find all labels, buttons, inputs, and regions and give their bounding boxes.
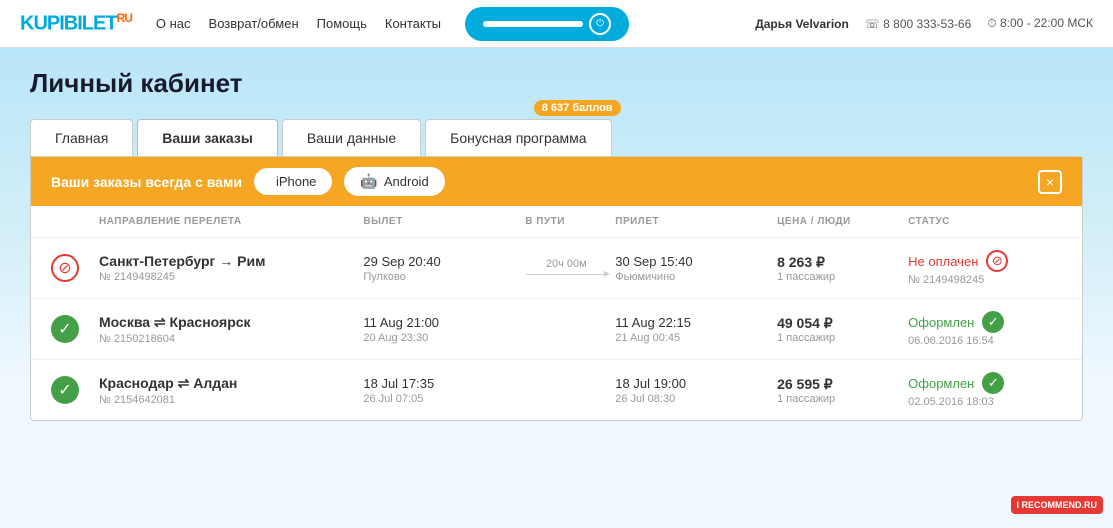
nav: О нас Возврат/обмен Помощь Контакты — [156, 16, 441, 31]
route-cell: Краснодар ⇌ Алдан № 2154642081 — [99, 375, 355, 406]
iphone-button[interactable]: iPhone — [254, 168, 332, 195]
nav-contacts[interactable]: Контакты — [385, 16, 441, 31]
route-cell: Санкт-Петербург → Рим № 2149498245 — [99, 253, 355, 283]
banner-text: Ваши заказы всегда с вами — [51, 174, 242, 190]
nav-help[interactable]: Помощь — [317, 16, 367, 31]
confirmed-icon: ✓ — [51, 315, 79, 343]
table-headers: НАПРАВЛЕНИЕ ПЕРЕЛЕТА ВЫЛЕТ В ПУТИ ПРИЛЕТ… — [31, 206, 1082, 238]
tab-orders[interactable]: Ваши заказы — [137, 119, 278, 156]
route-name: Санкт-Петербург → Рим — [99, 253, 355, 269]
app-banner: Ваши заказы всегда с вами iPhone 🤖 Andro… — [31, 157, 1082, 206]
depart-cell: 29 Sep 20:40 Пулково — [363, 254, 517, 283]
status-confirmed-icon: ✓ — [982, 372, 1004, 394]
status-confirmed-icon: ✓ — [982, 311, 1004, 333]
power-icon[interactable]: ⏻ — [589, 13, 611, 35]
travel-cell: 20ч 00м — [525, 258, 607, 279]
depart-cell: 18 Jul 17:35 26 Jul 07:05 — [363, 376, 517, 405]
status-icon-cell: ✓ — [51, 315, 91, 343]
tab-home[interactable]: Главная — [30, 119, 133, 156]
nav-about[interactable]: О нас — [156, 16, 191, 31]
status-cell: Оформлен ✓ 02.05.2016 18:03 — [908, 372, 1062, 408]
price-cell: 49 054 ₽ 1 пассажир — [777, 315, 900, 344]
page-background: Личный кабинет Главная Ваши заказы Ваши … — [0, 48, 1113, 528]
nav-return[interactable]: Возврат/обмен — [209, 16, 299, 31]
header-right: Дарья Velvarion ☏ 8 800 333-53-66 ⏱ 8:00… — [755, 16, 1093, 31]
col-price: ЦЕНА / ЛЮДИ — [777, 216, 900, 227]
tab-bonus[interactable]: 8 637 баллов Бонусная программа — [425, 119, 611, 156]
order-number: № 2154642081 — [99, 394, 355, 406]
order-number: № 2150218604 — [99, 333, 355, 345]
confirmed-icon: ✓ — [51, 376, 79, 404]
status-cell: Оформлен ✓ 06.06.2016 16:54 — [908, 311, 1062, 347]
col-route: НАПРАВЛЕНИЕ ПЕРЕЛЕТА — [99, 216, 355, 227]
android-icon: 🤖 — [360, 173, 377, 190]
table-row[interactable]: ✓ Москва ⇌ Красноярск № 2150218604 11 Au… — [31, 299, 1082, 360]
table-row[interactable]: ⊘ Санкт-Петербург → Рим № 2149498245 29 … — [31, 238, 1082, 299]
depart-cell: 11 Aug 21:00 20 Aug 23:30 — [363, 315, 517, 344]
tab-data[interactable]: Ваши данные — [282, 119, 421, 156]
android-button[interactable]: 🤖 Android — [344, 167, 444, 196]
recommend-badge: I RECOMMEND.RU — [1011, 496, 1104, 514]
banner-close-button[interactable]: × — [1038, 170, 1062, 194]
route-name: Краснодар ⇌ Алдан — [99, 375, 355, 392]
status-cancelled-icon: ⊘ — [986, 250, 1008, 272]
status-icon-cell: ✓ — [51, 376, 91, 404]
price-cell: 8 263 ₽ 1 пассажир — [777, 254, 900, 283]
time-info: ⏱ 8:00 - 22:00 МСК — [987, 16, 1093, 31]
arrive-cell: 11 Aug 22:15 21 Aug 00:45 — [615, 315, 769, 344]
arrive-cell: 18 Jul 19:00 26 Jul 08:30 — [615, 376, 769, 405]
logo[interactable]: KUPIBILETRU — [20, 11, 132, 36]
order-number: № 2149498245 — [99, 271, 355, 283]
arrive-cell: 30 Sep 15:40 Фьюмичино — [615, 254, 769, 283]
logo-sup: RU — [117, 11, 132, 25]
tabs: Главная Ваши заказы Ваши данные 8 637 ба… — [30, 119, 1083, 156]
col-depart: ВЫЛЕТ — [363, 216, 517, 227]
bonus-points-badge: 8 637 баллов — [534, 100, 621, 116]
col-status: СТАТУС — [908, 216, 1062, 227]
price-cell: 26 595 ₽ 1 пассажир — [777, 376, 900, 405]
page-title: Личный кабинет — [30, 68, 1083, 99]
col-status-icon — [51, 216, 91, 227]
phone-info: ☏ 8 800 333-53-66 — [865, 17, 971, 31]
status-icon-cell: ⊘ — [51, 254, 91, 282]
search-field[interactable] — [483, 21, 583, 27]
col-travel: В ПУТИ — [525, 216, 607, 227]
search-button[interactable]: ⏻ — [465, 7, 629, 41]
user-name: Дарья Velvarion — [755, 17, 849, 31]
content-area: Ваши заказы всегда с вами iPhone 🤖 Andro… — [30, 156, 1083, 421]
travel-line — [526, 274, 606, 275]
header: KUPIBILETRU О нас Возврат/обмен Помощь К… — [0, 0, 1113, 48]
table-row[interactable]: ✓ Краснодар ⇌ Алдан № 2154642081 18 Jul … — [31, 360, 1082, 420]
route-cell: Москва ⇌ Красноярск № 2150218604 — [99, 314, 355, 345]
cancelled-icon: ⊘ — [51, 254, 79, 282]
status-cell: Не оплачен ⊘ № 2149498245 — [908, 250, 1062, 286]
route-name: Москва ⇌ Красноярск — [99, 314, 355, 331]
col-arrive: ПРИЛЕТ — [615, 216, 769, 227]
